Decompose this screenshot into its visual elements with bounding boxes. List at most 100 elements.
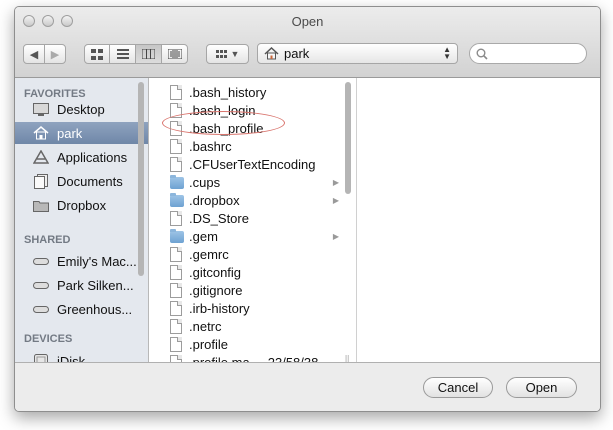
file-name: .gemrc: [189, 246, 229, 262]
popup-arrows-icon: ▲ ▼: [443, 45, 451, 61]
file-name: .netrc: [189, 318, 222, 334]
file-row[interactable]: .profile: [149, 335, 339, 353]
arrange-grid-icon: [215, 49, 227, 58]
folder-icon: [170, 174, 184, 190]
shared-header: SHARED: [24, 234, 71, 246]
sidebar-item-label: Applications: [57, 149, 128, 165]
sidebar-item-emilys-mac[interactable]: Emily's Mac...: [15, 250, 148, 272]
sidebar-item-label: Dropbox: [57, 197, 107, 213]
desktop-icon: [32, 101, 50, 117]
file-row[interactable]: .gemrc: [149, 245, 339, 263]
document-icon: [170, 138, 184, 154]
applications-icon: [32, 149, 50, 165]
titlebar: Open ◀ ▶ ▼ park ▲ ▼: [15, 7, 600, 78]
sidebar-item-dropbox[interactable]: Dropbox: [15, 194, 148, 216]
computer-icon: [32, 301, 50, 317]
file-name: .cups: [189, 174, 221, 190]
sidebar-item-desktop[interactable]: Desktop: [15, 98, 148, 120]
devices-header: DEVICES: [24, 333, 73, 345]
sidebar-item-documents[interactable]: Documents: [15, 170, 148, 192]
file-column-scrollbar[interactable]: [345, 82, 351, 194]
document-icon: [170, 264, 184, 280]
preview-column: [357, 78, 600, 362]
sidebar-item-park[interactable]: park: [15, 122, 148, 144]
file-name: .gem: [189, 228, 218, 244]
file-name: .bash_history: [189, 84, 267, 100]
document-icon: [170, 282, 184, 298]
sidebar-item-label: Greenhous...: [57, 301, 133, 317]
icon-view-button[interactable]: [84, 44, 110, 64]
folder-icon: [170, 192, 184, 208]
documents-icon: [32, 173, 50, 189]
open-button[interactable]: Open: [506, 377, 577, 398]
disclosure-arrow-icon: ▶: [332, 231, 339, 241]
computer-icon: [32, 253, 50, 269]
file-name: .gitignore: [189, 282, 243, 298]
sidebar-item-park-silken[interactable]: Park Silken...: [15, 274, 148, 296]
disclosure-arrow-icon: ▶: [332, 177, 339, 187]
list-view-button[interactable]: [109, 44, 136, 64]
column-view-icon: [142, 49, 155, 59]
file-row[interactable]: .cups ▶: [149, 173, 339, 191]
search-field[interactable]: [469, 43, 587, 64]
file-name: .profile: [189, 336, 229, 352]
file-row[interactable]: .bashrc: [149, 137, 339, 155]
dialog-footer: Cancel Open: [15, 362, 600, 411]
document-icon: [170, 210, 184, 226]
document-icon: [170, 156, 184, 172]
document-icon: [170, 318, 184, 334]
arrange-menu-button[interactable]: ▼: [206, 44, 249, 64]
sidebar-item-applications[interactable]: Applications: [15, 146, 148, 168]
file-row[interactable]: .netrc: [149, 317, 339, 335]
forward-button[interactable]: ▶: [44, 44, 66, 64]
file-row[interactable]: .gem ▶: [149, 227, 339, 245]
column-view-button[interactable]: [135, 44, 162, 64]
sidebar-item-label: park: [57, 125, 83, 141]
coverflow-view-icon: [167, 49, 182, 59]
document-icon: [170, 336, 184, 352]
back-arrow-icon: ◀: [29, 48, 39, 61]
file-row[interactable]: .dropbox ▶: [149, 191, 339, 209]
file-row[interactable]: .gitconfig: [149, 263, 339, 281]
location-label: park: [284, 46, 310, 61]
chevron-down-icon: ▼: [230, 49, 240, 59]
file-name: .dropbox: [189, 192, 240, 208]
icon-view-icon: [91, 48, 103, 60]
cancel-button[interactable]: Cancel: [423, 377, 493, 398]
folder-icon: [32, 197, 50, 213]
file-name: .CFUserTextEncoding: [189, 156, 316, 172]
window-title: Open: [291, 14, 324, 29]
folder-icon: [170, 228, 184, 244]
coverflow-view-button[interactable]: [161, 44, 188, 64]
file-row[interactable]: .gitignore: [149, 281, 339, 299]
file-name: .irb-history: [189, 300, 250, 316]
home-icon: [32, 125, 50, 141]
file-name: .gitconfig: [189, 264, 242, 280]
file-row[interactable]: .irb-history: [149, 299, 339, 317]
list-view-icon: [116, 49, 129, 59]
document-icon: [170, 84, 184, 100]
back-button[interactable]: ◀: [23, 44, 45, 64]
sidebar-item-label: Desktop: [57, 101, 105, 117]
file-row[interactable]: .DS_Store: [149, 209, 339, 227]
home-icon: [264, 47, 279, 60]
document-icon: [170, 300, 184, 316]
disclosure-arrow-icon: ▶: [332, 195, 339, 205]
sidebar-item-label: Park Silken...: [57, 277, 134, 293]
file-row[interactable]: .CFUserTextEncoding: [149, 155, 339, 173]
forward-arrow-icon: ▶: [50, 48, 60, 61]
file-name: .DS_Store: [189, 210, 249, 226]
location-popup[interactable]: park ▲ ▼: [257, 43, 458, 64]
sidebar-item-label: Emily's Mac...: [57, 253, 137, 269]
highlight-oval: [162, 111, 285, 135]
sidebar-item-greenhouse[interactable]: Greenhous...: [15, 298, 148, 320]
file-row[interactable]: .bash_history: [149, 83, 339, 101]
computer-icon: [32, 277, 50, 293]
file-name: .bashrc: [189, 138, 232, 154]
search-icon: [476, 48, 488, 60]
sidebar-item-label: Documents: [57, 173, 123, 189]
open-dialog: Open ◀ ▶ ▼ park ▲ ▼ FAVORITES Desktop pa…: [14, 6, 601, 412]
sidebar-scrollbar[interactable]: [138, 82, 144, 276]
document-icon: [170, 246, 184, 262]
sidebar: FAVORITES Desktop park Applications Docu…: [15, 78, 149, 369]
